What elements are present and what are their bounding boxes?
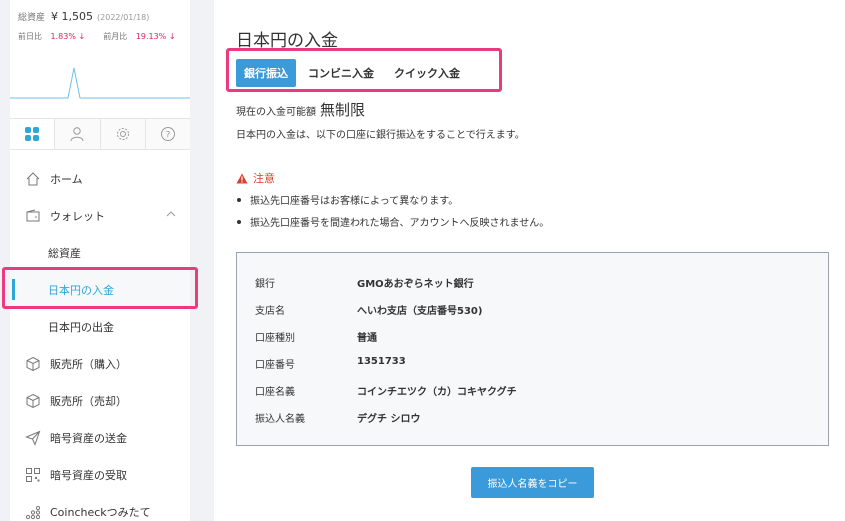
chevron-up-icon	[166, 211, 176, 217]
month-change-group: 前月比 19.13% ↓	[103, 31, 175, 42]
tab-help[interactable]: ?	[145, 119, 190, 149]
account-type-label: 口座種別	[255, 333, 295, 344]
sidebar-item-label: ウォレット	[50, 209, 105, 223]
sidebar-item-label: 総資産	[48, 246, 81, 260]
sidebar-item-label: 販売所（売却）	[50, 394, 127, 408]
sidebar-item-send[interactable]: 暗号資産の送金	[10, 419, 190, 456]
copy-payer-name-button[interactable]: 振込人名義をコピー	[471, 467, 594, 498]
total-assets-row: 総資産 ¥ 1,505 (2022/01/18)	[18, 10, 182, 23]
asset-sparkline	[10, 67, 190, 99]
account-name-row: 口座名義 コインチエツク（カ）コキヤクグチ	[255, 383, 517, 398]
tab-account[interactable]	[55, 119, 101, 149]
page-title: 日本円の入金	[236, 31, 338, 51]
month-change-value: 19.13% ↓	[135, 32, 176, 41]
bank-info-box: 銀行 GMOあおぞらネット銀行 支店名 へいわ支店（支店番号530) 口座種別 …	[236, 252, 829, 446]
home-icon	[24, 170, 42, 188]
account-name-value[interactable]: コインチエツク（カ）コキヤクグチ	[357, 383, 517, 398]
day-change-value: 1.83% ↓	[50, 32, 86, 41]
deposit-limit-label: 現在の入金可能額	[236, 107, 316, 118]
account-number-label: 口座番号	[255, 360, 295, 371]
caution-item: 振込先口座番号を間違われた場合、アカウントへ反映されません。	[236, 214, 549, 229]
qr-code-icon	[24, 466, 42, 484]
bank-label: 銀行	[255, 279, 275, 290]
tab-convenience-store[interactable]: コンビニ入金	[300, 59, 382, 87]
caution-item: 振込先口座番号はお客様によって異なります。	[236, 192, 458, 207]
sidebar-item-jpy-deposit[interactable]: 日本円の入金	[10, 271, 190, 308]
month-change-label: 前月比	[103, 32, 128, 41]
help-icon: ?	[160, 127, 175, 141]
sidebar-item-label: 販売所（購入）	[50, 357, 127, 371]
account-type-row: 口座種別 普通	[255, 329, 377, 344]
sidebar-item-label: 暗号資産の送金	[50, 431, 127, 445]
cube-icon	[24, 392, 42, 410]
sidebar-item-jpy-withdraw[interactable]: 日本円の出金	[10, 308, 190, 345]
sidebar-item-label: 日本円の出金	[48, 320, 114, 334]
day-change-label: 前日比	[18, 32, 42, 41]
deposit-limit-value: 無制限	[320, 101, 366, 119]
sidebar-item-tsumitate[interactable]: Coincheckつみたて	[10, 493, 190, 521]
user-icon	[70, 127, 84, 142]
coins-icon	[24, 503, 42, 521]
caution-title: 注意	[253, 172, 275, 185]
sidebar-item-buy[interactable]: 販売所（購入）	[10, 345, 190, 382]
total-assets-value: ¥ 1,505	[51, 10, 94, 23]
sidebar-item-wallet[interactable]: ウォレット	[10, 197, 190, 234]
sidebar-item-home[interactable]: ホーム	[10, 160, 190, 197]
account-number-row: 口座番号 1351733	[255, 356, 406, 371]
main-content: 日本円の入金 銀行振込 コンビニ入金 クイック入金 現在の入金可能額 無制限 日…	[214, 0, 845, 521]
sidebar-icon-tabs: ?	[10, 118, 190, 150]
tab-quick-deposit[interactable]: クイック入金	[386, 59, 468, 87]
sidebar-item-label: ホーム	[50, 172, 83, 186]
caution-text: 振込先口座番号はお客様によって異なります。	[250, 196, 459, 207]
day-change-group: 前日比 1.83% ↓	[18, 31, 85, 42]
asset-change-row: 前日比 1.83% ↓ 前月比 19.13% ↓	[18, 31, 182, 42]
sidebar-nav: ホーム ウォレット 総資産 日本円の入金 日本円の出金 販売所（購入） 販売所（…	[10, 160, 190, 521]
tab-bank-transfer[interactable]: 銀行振込	[236, 59, 296, 87]
branch-row: 支店名 へいわ支店（支店番号530)	[255, 302, 482, 317]
caution-text: 振込先口座番号を間違われた場合、アカウントへ反映されません。	[250, 218, 550, 229]
branch-label: 支店名	[255, 306, 285, 317]
sidebar-item-total-assets[interactable]: 総資産	[10, 234, 190, 271]
caution-heading: 注意	[236, 170, 275, 186]
bank-row: 銀行 GMOあおぞらネット銀行	[255, 275, 474, 290]
deposit-limit: 現在の入金可能額 無制限	[236, 99, 365, 120]
tab-menu[interactable]	[10, 119, 56, 149]
payer-name-row: 振込人名義 デグチ シロウ	[255, 410, 420, 425]
sidebar-item-label: Coincheckつみたて	[50, 505, 151, 519]
grid-icon	[25, 127, 40, 141]
cube-icon	[24, 355, 42, 373]
sidebar-item-receive[interactable]: 暗号資産の受取	[10, 456, 190, 493]
account-type-value[interactable]: 普通	[357, 329, 377, 344]
sidebar-item-label: 日本円の入金	[48, 283, 114, 297]
gear-icon	[116, 128, 129, 140]
bullet-dot	[237, 219, 241, 224]
account-number-value[interactable]: 1351733	[357, 356, 406, 371]
sidebar-item-sell[interactable]: 販売所（売却）	[10, 382, 190, 419]
tab-settings[interactable]	[100, 119, 146, 149]
svg-text:?: ?	[165, 131, 170, 141]
bank-value[interactable]: GMOあおぞらネット銀行	[357, 275, 474, 290]
asset-summary: 総資産 ¥ 1,505 (2022/01/18) 前日比 1.83% ↓ 前月比…	[10, 0, 190, 118]
total-assets-label: 総資産	[18, 13, 46, 23]
deposit-method-tabs: 銀行振込 コンビニ入金 クイック入金	[236, 59, 472, 87]
send-icon	[24, 429, 42, 447]
payer-name-label: 振込人名義	[255, 414, 305, 425]
total-assets-date: (2022/01/18)	[97, 13, 150, 22]
branch-value[interactable]: へいわ支店（支店番号530)	[357, 302, 482, 317]
sidebar: 総資産 ¥ 1,505 (2022/01/18) 前日比 1.83% ↓ 前月比…	[10, 0, 190, 521]
warning-icon	[236, 173, 248, 183]
sidebar-item-label: 暗号資産の受取	[50, 468, 127, 482]
wallet-icon	[24, 207, 42, 225]
deposit-description: 日本円の入金は、以下の口座に銀行振込をすることで行えます。	[236, 130, 525, 141]
bullet-dot	[237, 197, 241, 202]
account-name-label: 口座名義	[255, 387, 295, 398]
payer-name-value[interactable]: デグチ シロウ	[357, 410, 420, 425]
